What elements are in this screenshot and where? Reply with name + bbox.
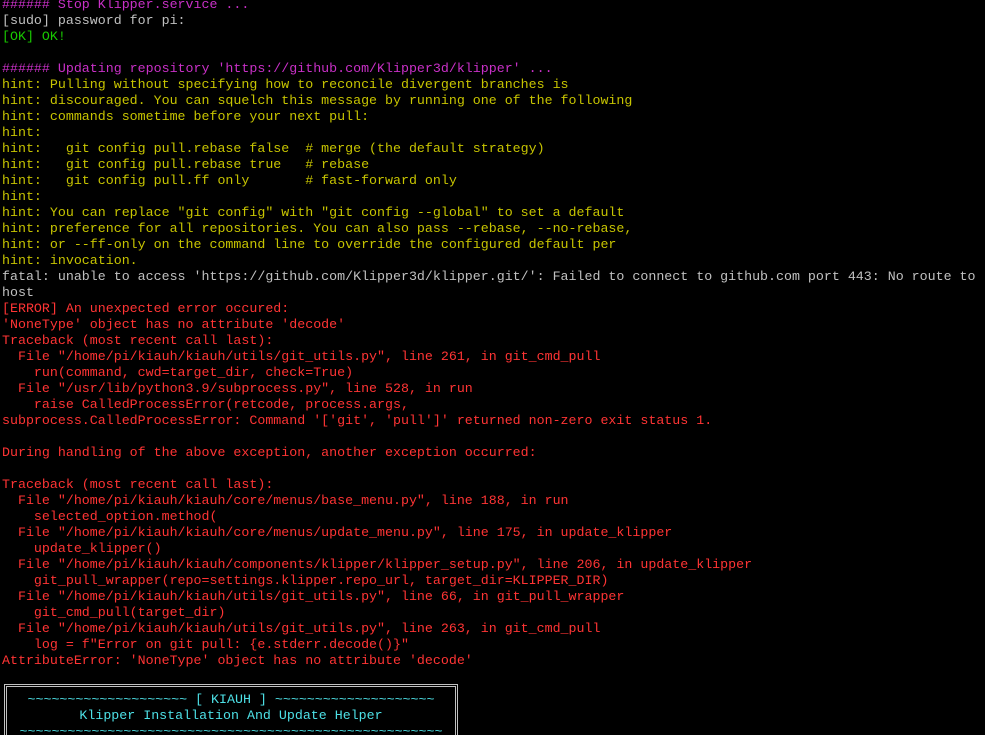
terminal-line: run(command, cwd=target_dir, check=True) bbox=[2, 365, 354, 380]
terminal-line: hint: invocation. bbox=[2, 253, 138, 268]
terminal-line: hint: bbox=[2, 125, 42, 140]
terminal-line: ###### Stop Klipper.service ... bbox=[2, 0, 250, 12]
terminal-line: ###### Updating repository 'https://gith… bbox=[2, 61, 553, 76]
terminal-line: subprocess.CalledProcessError: Command '… bbox=[2, 413, 713, 428]
kiauh-banner-top: ~~~~~~~~~~~~~~~~~~~~ [ KIAUH ] ~~~~~~~~~… bbox=[27, 692, 435, 707]
terminal-line: File "/home/pi/kiauh/kiauh/components/kl… bbox=[2, 557, 753, 572]
kiauh-banner-box: ~~~~~~~~~~~~~~~~~~~~ [ KIAUH ] ~~~~~~~~~… bbox=[4, 684, 458, 735]
terminal-line: hint: git config pull.rebase false # mer… bbox=[2, 141, 545, 156]
terminal-line: git_pull_wrapper(repo=settings.klipper.r… bbox=[2, 573, 609, 588]
terminal-line: git_cmd_pull(target_dir) bbox=[2, 605, 226, 620]
terminal-line: File "/home/pi/kiauh/kiauh/core/menus/up… bbox=[2, 525, 673, 540]
terminal-line: [OK] OK! bbox=[2, 29, 66, 44]
kiauh-banner-title: Klipper Installation And Update Helper bbox=[79, 708, 383, 723]
terminal-line: Traceback (most recent call last): bbox=[2, 333, 274, 348]
terminal-line: hint: Pulling without specifying how to … bbox=[2, 77, 569, 92]
terminal-line: Traceback (most recent call last): bbox=[2, 477, 274, 492]
terminal-line: hint: preference for all repositories. Y… bbox=[2, 221, 633, 236]
terminal-line: During handling of the above exception, … bbox=[2, 445, 537, 460]
terminal-line: hint: bbox=[2, 189, 42, 204]
terminal-line: selected_option.method( bbox=[2, 509, 218, 524]
terminal-line: log = f"Error on git pull: {e.stderr.dec… bbox=[2, 637, 409, 652]
terminal-line: 'NoneType' object has no attribute 'deco… bbox=[2, 317, 346, 332]
terminal-line: update_klipper() bbox=[2, 541, 162, 556]
terminal-line: hint: You can replace "git config" with … bbox=[2, 205, 625, 220]
terminal-line: hint: commands sometime before your next… bbox=[2, 109, 370, 124]
terminal-window[interactable]: ###### Stop Klipper.service ... [sudo] pa… bbox=[0, 0, 985, 735]
terminal-line: [ERROR] An unexpected error occured: bbox=[2, 301, 290, 316]
terminal-line: hint: discouraged. You can squelch this … bbox=[2, 93, 633, 108]
terminal-line: raise CalledProcessError(retcode, proces… bbox=[2, 397, 409, 412]
terminal-line: fatal: unable to access 'https://github.… bbox=[2, 269, 976, 284]
terminal-line: File "/home/pi/kiauh/kiauh/utils/git_uti… bbox=[2, 589, 625, 604]
terminal-line: File "/home/pi/kiauh/kiauh/core/menus/ba… bbox=[2, 493, 569, 508]
terminal-line: hint: git config pull.ff only # fast-for… bbox=[2, 173, 457, 188]
terminal-line: File "/home/pi/kiauh/kiauh/utils/git_uti… bbox=[2, 349, 601, 364]
terminal-line: hint: or --ff-only on the command line t… bbox=[2, 237, 617, 252]
terminal-line: File "/home/pi/kiauh/kiauh/utils/git_uti… bbox=[2, 621, 601, 636]
kiauh-banner-bottom: ~~~~~~~~~~~~~~~~~~~~~~~~~~~~~~~~~~~~~~~~… bbox=[19, 724, 443, 735]
terminal-line: AttributeError: 'NoneType' object has no… bbox=[2, 653, 473, 668]
terminal-line: host bbox=[2, 285, 34, 300]
terminal-line: [sudo] password for pi: bbox=[2, 13, 186, 28]
terminal-line: hint: git config pull.rebase true # reba… bbox=[2, 157, 370, 172]
terminal-line: File "/usr/lib/python3.9/subprocess.py",… bbox=[2, 381, 473, 396]
